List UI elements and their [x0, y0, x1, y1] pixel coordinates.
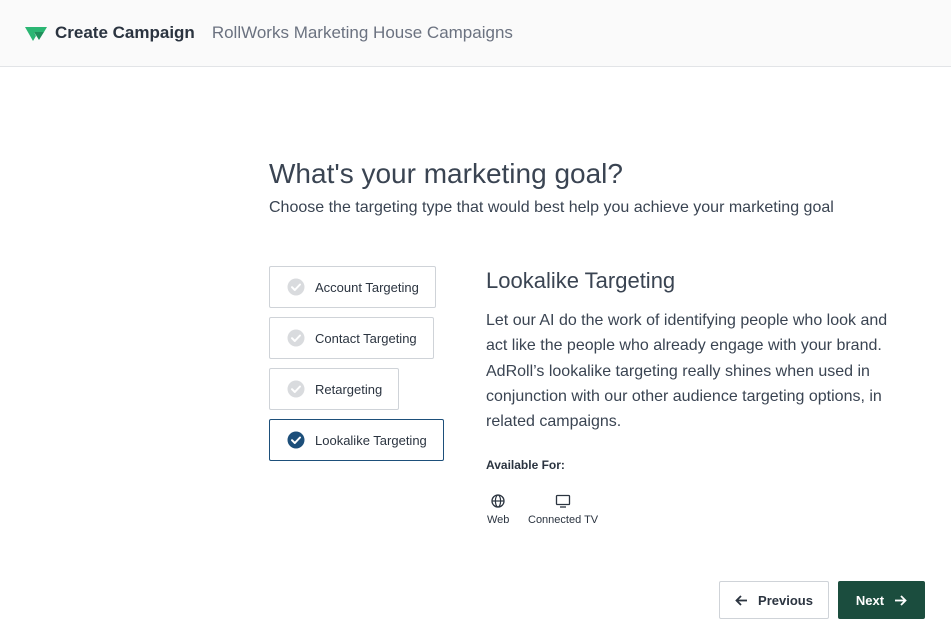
channel-connected-tv: Connected TV: [528, 493, 598, 526]
goal-subheading: Choose the targeting type that would bes…: [269, 199, 834, 216]
option-retargeting[interactable]: Retargeting: [269, 368, 400, 410]
check-circle-selected-icon: [287, 431, 305, 449]
option-label: Contact Targeting: [315, 330, 417, 346]
globe-icon: [491, 494, 505, 508]
account-name: RollWorks Marketing House Campaigns: [211, 23, 513, 42]
check-circle-icon: [287, 278, 305, 296]
arrow-left-icon: [735, 594, 748, 606]
check-circle-icon: [287, 329, 305, 347]
rollworks-logo-icon: [25, 27, 47, 41]
page-title: Create Campaign: [55, 23, 195, 42]
previous-button[interactable]: Previous: [719, 581, 829, 619]
channel-label: Connected TV: [528, 514, 599, 526]
check-circle-icon: [287, 380, 305, 398]
detail-description: Let our AI do the work of identifying pe…: [486, 312, 888, 431]
tv-icon: [555, 494, 571, 508]
option-contact-targeting[interactable]: Contact Targeting: [269, 317, 434, 359]
next-button[interactable]: Next: [838, 581, 925, 619]
option-account-targeting[interactable]: Account Targeting: [269, 266, 436, 308]
goal-heading: What's your marketing goal?: [269, 158, 623, 189]
available-for-label: Available For:: [486, 458, 565, 472]
option-label: Lookalike Targeting: [315, 432, 427, 448]
detail-title: Lookalike Targeting: [486, 268, 676, 293]
arrow-right-icon: [895, 594, 907, 606]
option-label: Account Targeting: [315, 279, 419, 295]
channel-label: Web: [487, 514, 510, 526]
previous-label: Previous: [758, 592, 813, 608]
channel-web: Web: [487, 493, 509, 526]
option-label: Retargeting: [315, 381, 383, 397]
option-lookalike-targeting[interactable]: Lookalike Targeting: [269, 419, 444, 461]
next-label: Next: [855, 592, 885, 608]
app-header: Create Campaign RollWorks Marketing Hous…: [0, 0, 951, 67]
